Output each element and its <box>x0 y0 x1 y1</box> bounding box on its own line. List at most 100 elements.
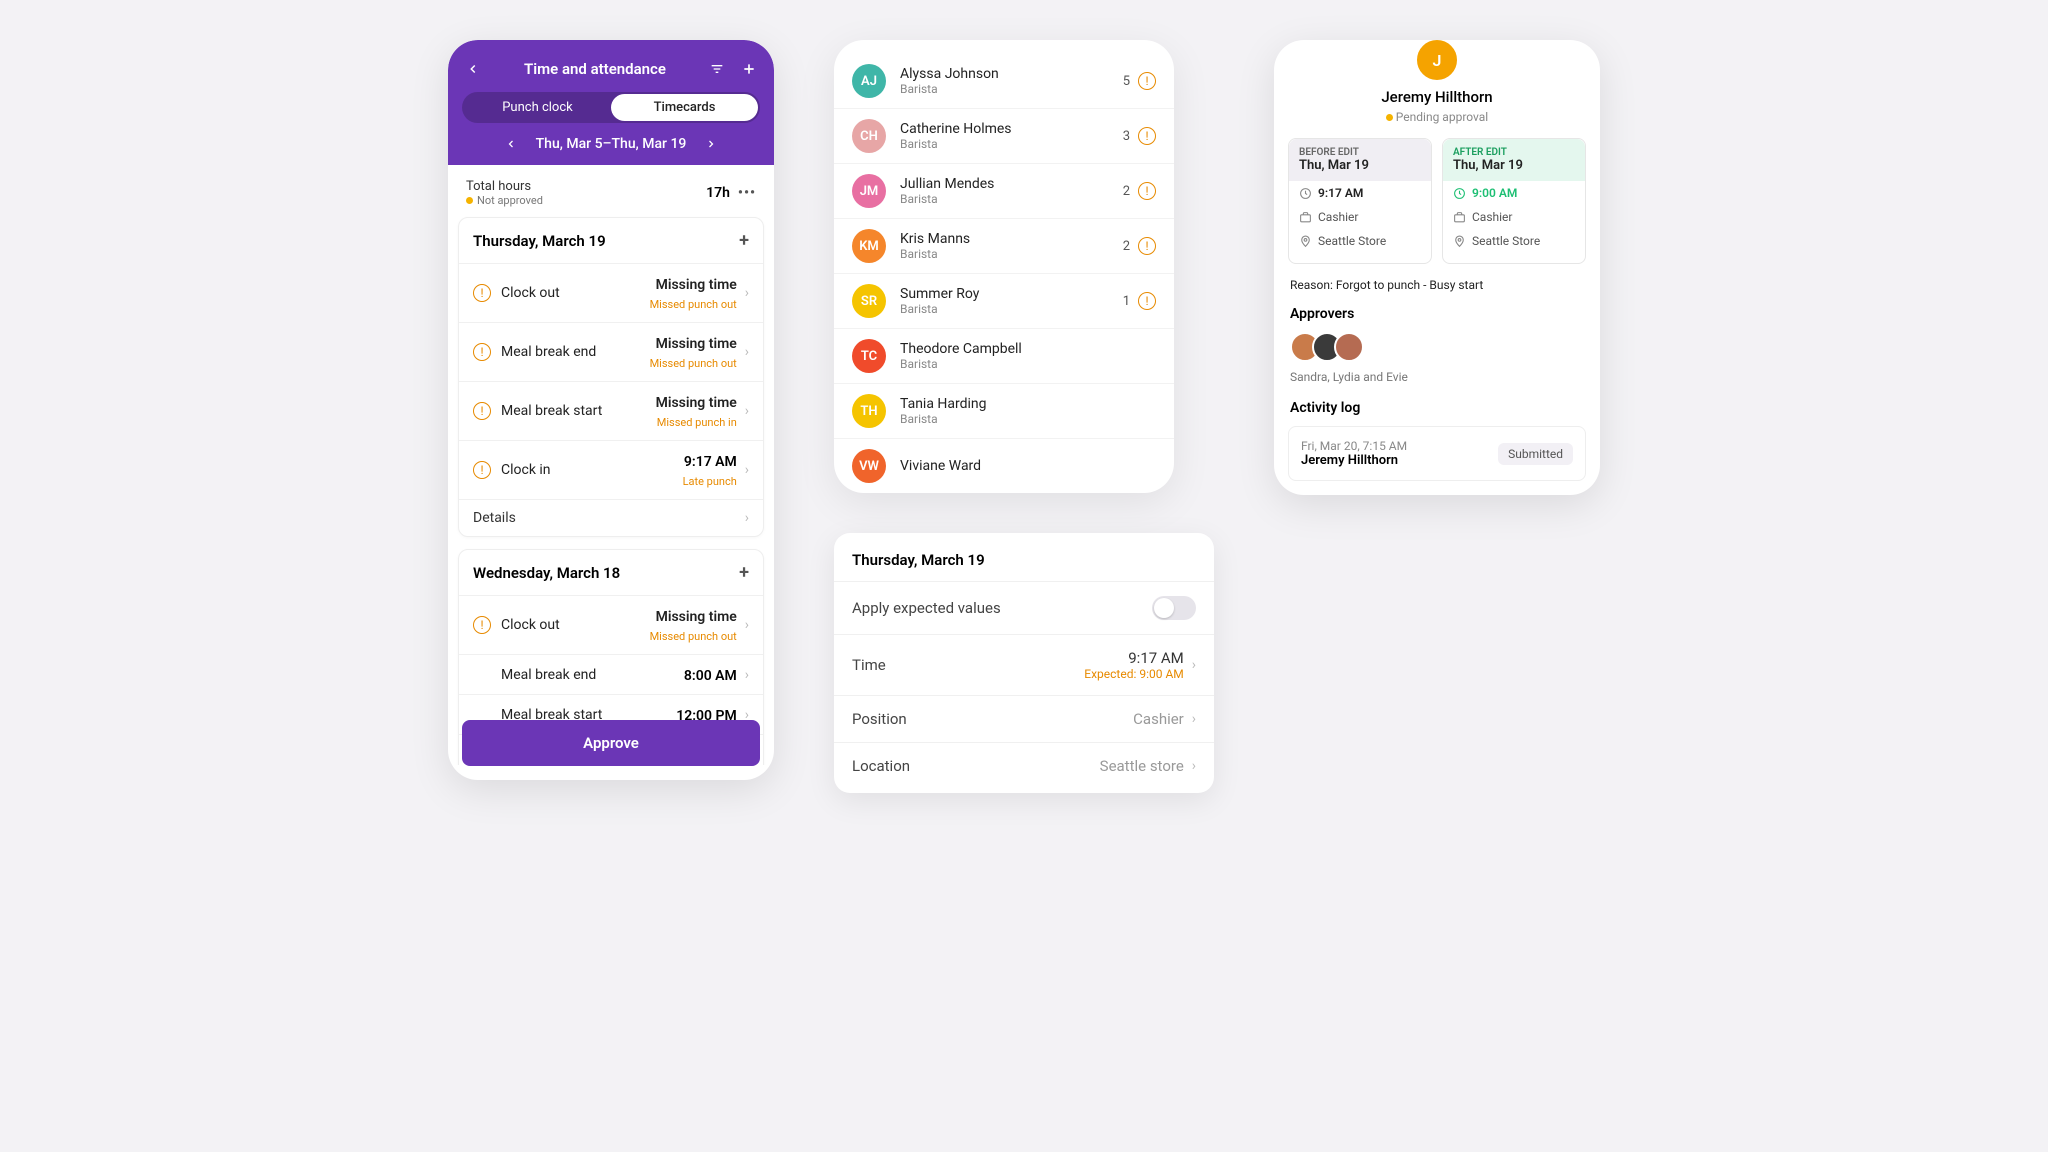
activity-log-entry: Fri, Mar 20, 7:15 AM Jeremy Hillthorn Su… <box>1288 426 1586 481</box>
segment-control: Punch clock Timecards <box>462 92 760 123</box>
before-after-compare: BEFORE EDIT Thu, Mar 19 9:17 AM Cashier … <box>1288 138 1586 264</box>
chevron-right-icon: › <box>745 510 749 526</box>
location-icon <box>1299 235 1312 248</box>
punch-entry-row[interactable]: !Clock in9:17 AMLate punch› <box>459 440 763 499</box>
location-icon <box>1453 235 1466 248</box>
user-avatar: J <box>1417 40 1457 80</box>
more-icon[interactable]: ••• <box>738 185 756 201</box>
warning-icon: ! <box>473 343 491 361</box>
chevron-right-icon: › <box>745 285 749 301</box>
reason-text: Forgot to punch - Busy start <box>1336 278 1483 292</box>
back-icon[interactable] <box>462 58 484 80</box>
chevron-right-icon: › <box>1192 758 1196 774</box>
briefcase-icon <box>1299 211 1312 224</box>
warning-icon: ! <box>1138 127 1156 145</box>
entry-value: 9:17 AM <box>684 454 737 470</box>
person-avatar: VW <box>852 449 886 483</box>
approve-button[interactable]: Approve <box>462 720 760 766</box>
prev-range-icon[interactable] <box>500 133 522 155</box>
tab-timecards[interactable]: Timecards <box>611 94 758 121</box>
person-row[interactable]: TH Tania HardingBarista <box>834 384 1174 439</box>
issue-count: 2 <box>1123 239 1130 254</box>
chevron-right-icon: › <box>1192 657 1196 673</box>
briefcase-icon <box>1453 211 1466 224</box>
person-role: Barista <box>900 247 1123 261</box>
person-name: Summer Roy <box>900 286 1123 302</box>
date-range-nav: Thu, Mar 5–Thu, Mar 19 <box>462 133 760 155</box>
entry-sub: Missed punch in <box>657 416 737 429</box>
person-name: Tania Harding <box>900 396 1156 412</box>
issue-count: 2 <box>1123 184 1130 199</box>
expected-time: Expected: 9:00 AM <box>1084 667 1184 681</box>
issue-count: 3 <box>1123 129 1130 144</box>
person-row[interactable]: VW Viviane Ward <box>834 439 1174 493</box>
apply-expected-toggle[interactable] <box>1152 596 1196 620</box>
punch-entry-row[interactable]: !Meal break startMissing timeMissed punc… <box>459 381 763 440</box>
warning-icon: ! <box>1138 292 1156 310</box>
approver-avatars <box>1290 332 1584 362</box>
tab-punch-clock[interactable]: Punch clock <box>464 94 611 121</box>
pending-status: Pending approval <box>1288 110 1586 124</box>
entry-sub: Missed punch out <box>650 357 737 370</box>
punch-entry-row[interactable]: !Meal break endMissing timeMissed punch … <box>459 322 763 381</box>
person-row[interactable]: AJ Alyssa JohnsonBarista 5! <box>834 54 1174 109</box>
log-timestamp: Fri, Mar 20, 7:15 AM <box>1301 439 1498 453</box>
punch-entry-row[interactable]: !Clock outMissing timeMissed punch out› <box>459 595 763 654</box>
issue-count: 5 <box>1123 74 1130 89</box>
person-role: Barista <box>900 137 1123 151</box>
person-avatar: SR <box>852 284 886 318</box>
person-row[interactable]: SR Summer RoyBarista 1! <box>834 274 1174 329</box>
person-role: Barista <box>900 192 1123 206</box>
entry-sub: Missed punch out <box>650 630 737 643</box>
issue-count: 1 <box>1123 294 1130 309</box>
day-card: Thursday, March 19+!Clock outMissing tim… <box>458 217 764 537</box>
edit-location-row[interactable]: Location Seattle store › <box>834 742 1214 789</box>
entry-value: Missing time <box>656 609 737 625</box>
person-role: Barista <box>900 302 1123 316</box>
entry-sub: Late punch <box>683 475 737 488</box>
day-title: Wednesday, March 18 <box>473 564 620 582</box>
before-position: Cashier <box>1318 210 1359 224</box>
person-row[interactable]: TC Theodore CampbellBarista <box>834 329 1174 384</box>
location-label: Location <box>852 757 1100 775</box>
total-hours-value: 17h <box>706 185 730 201</box>
person-row[interactable]: JM Jullian MendesBarista 2! <box>834 164 1174 219</box>
approver-avatar <box>1334 332 1364 362</box>
warning-icon: ! <box>1138 72 1156 90</box>
entry-label: Meal break end <box>501 667 684 683</box>
entry-value: Missing time <box>656 277 737 293</box>
details-row[interactable]: Details› <box>459 499 763 536</box>
person-name: Kris Manns <box>900 231 1123 247</box>
edit-position-row[interactable]: Position Cashier › <box>834 695 1214 742</box>
chevron-right-icon: › <box>1192 711 1196 727</box>
approval-detail-phone: J Jeremy Hillthorn Pending approval BEFO… <box>1274 40 1600 495</box>
punch-entry-row[interactable]: Meal break end8:00 AM› <box>459 654 763 694</box>
edit-time-row[interactable]: Time 9:17 AM Expected: 9:00 AM › <box>834 634 1214 695</box>
edit-card-title: Thursday, March 19 <box>834 547 1214 581</box>
entry-label: Meal break end <box>501 344 650 360</box>
add-icon[interactable] <box>738 58 760 80</box>
person-row[interactable]: CH Catherine HolmesBarista 3! <box>834 109 1174 164</box>
before-tag: BEFORE EDIT <box>1299 147 1421 158</box>
add-entry-icon[interactable]: + <box>739 230 749 251</box>
position-label: Position <box>852 710 1133 728</box>
activity-log-header: Activity log <box>1290 400 1584 416</box>
filter-icon[interactable] <box>706 58 728 80</box>
punch-entry-row[interactable]: !Clock outMissing timeMissed punch out› <box>459 263 763 322</box>
person-name: Viviane Ward <box>900 458 1156 474</box>
person-name: Theodore Campbell <box>900 341 1156 357</box>
page-title: Time and attendance <box>494 60 696 78</box>
after-time: 9:00 AM <box>1472 186 1517 200</box>
person-name: Catherine Holmes <box>900 121 1123 137</box>
warning-icon: ! <box>473 284 491 302</box>
clock-icon <box>1453 187 1466 200</box>
person-role: Barista <box>900 412 1156 426</box>
after-date: Thu, Mar 19 <box>1453 158 1575 173</box>
person-row[interactable]: KM Kris MannsBarista 2! <box>834 219 1174 274</box>
entry-sub: Missed punch out <box>650 298 737 311</box>
after-tag: AFTER EDIT <box>1453 147 1575 158</box>
chevron-right-icon: › <box>745 403 749 419</box>
add-entry-icon[interactable]: + <box>739 562 749 583</box>
total-hours-label: Total hours <box>466 179 706 194</box>
next-range-icon[interactable] <box>700 133 722 155</box>
